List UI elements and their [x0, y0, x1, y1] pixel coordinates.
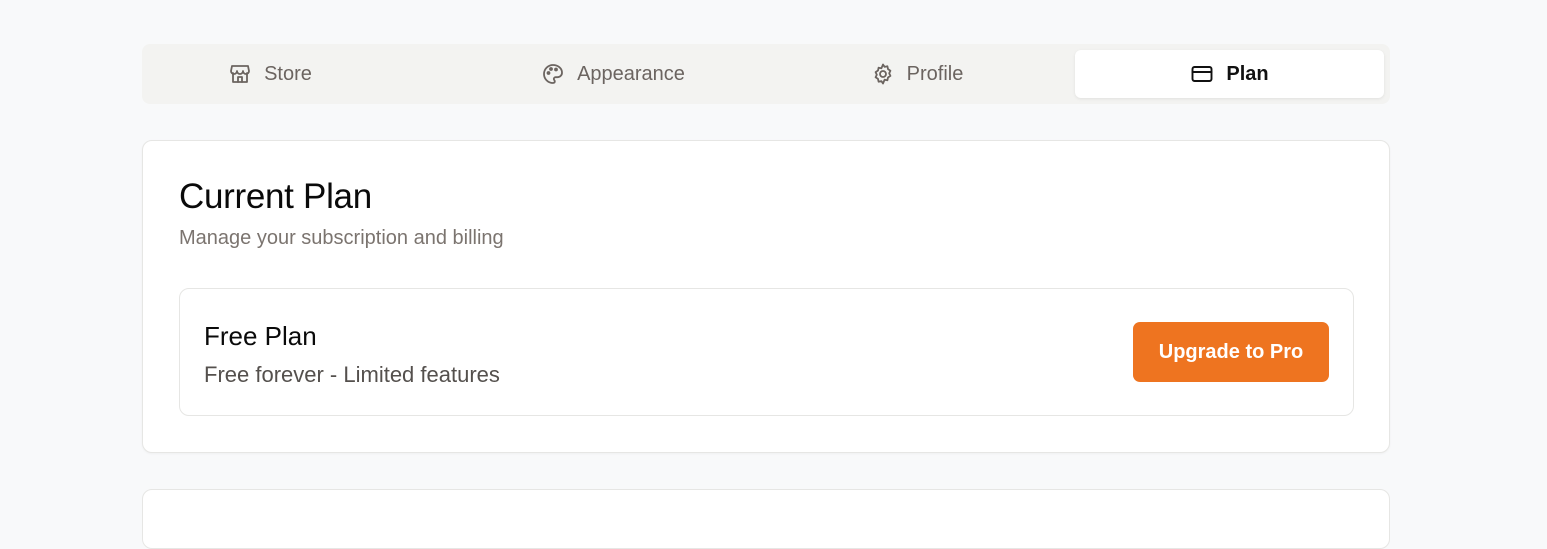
current-plan-card: Current Plan Manage your subscription an… [142, 140, 1390, 453]
tab-label: Profile [906, 62, 964, 85]
palette-icon [541, 62, 565, 86]
gear-icon [871, 62, 895, 86]
tab-appearance[interactable]: Appearance [458, 50, 768, 98]
upgrade-button[interactable]: Upgrade to Pro [1133, 322, 1329, 382]
credit-card-icon [1190, 62, 1214, 86]
tab-label: Store [264, 62, 312, 85]
tab-profile[interactable]: Profile [762, 50, 1072, 98]
settings-tabs: Store Appearance Profile Plan [142, 44, 1390, 104]
tab-label: Appearance [577, 62, 685, 85]
tab-store[interactable]: Store [150, 50, 390, 98]
tab-label: Plan [1226, 62, 1269, 85]
card-title: Current Plan [179, 177, 372, 216]
store-icon [228, 62, 252, 86]
tab-plan[interactable]: Plan [1075, 50, 1384, 98]
card-subtitle: Manage your subscription and billing [179, 227, 504, 249]
next-card [142, 489, 1390, 549]
plan-description: Free forever - Limited features [204, 362, 500, 387]
plan-name: Free Plan [204, 321, 317, 351]
plan-summary: Free Plan Free forever - Limited feature… [179, 288, 1354, 416]
